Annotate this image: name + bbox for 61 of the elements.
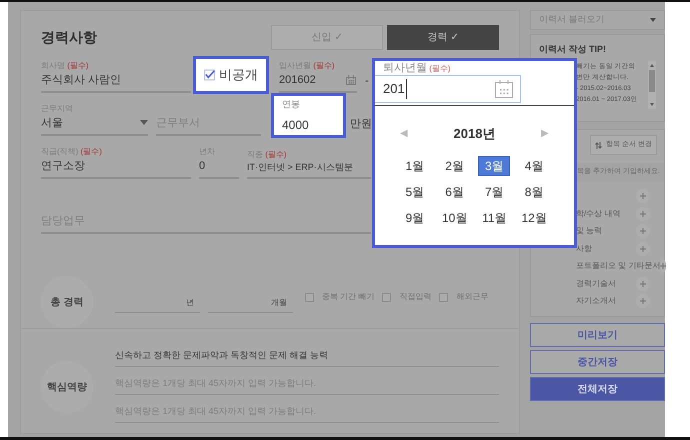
month-button[interactable]: 2월 <box>438 156 471 176</box>
checkbox[interactable] <box>439 292 448 302</box>
month-button[interactable]: 12월 <box>518 208 550 228</box>
section-title: 경력사항 <box>41 28 97 47</box>
months-field[interactable]: 개월 <box>208 297 293 313</box>
unit-label: 만원 <box>350 116 372 132</box>
add-button[interactable] <box>636 206 650 221</box>
month-button[interactable]: 7월 <box>478 182 510 202</box>
years-field[interactable]: 년 <box>115 297 200 313</box>
input-field[interactable]: 신속하고 정확한 문제파악과 독창적인 문제 해결 능력 <box>115 339 499 367</box>
checkbox-label: 중복 기간 빼기 <box>322 291 374 303</box>
scrollbar <box>648 60 656 108</box>
plus-icon <box>640 280 646 287</box>
calendar-icon <box>345 74 357 86</box>
button[interactable]: 중간저장 <box>530 350 665 374</box>
sidebar-item[interactable]: 및 능력 <box>576 225 602 238</box>
dropdown-caret-icon <box>140 120 148 126</box>
dropdown-caret-icon <box>650 18 656 22</box>
month-button[interactable]: 9월 <box>398 208 431 228</box>
plus-icon <box>640 246 646 252</box>
add-button[interactable] <box>636 242 650 256</box>
add-button[interactable] <box>636 294 650 308</box>
checkbox[interactable] <box>305 292 314 302</box>
sidebar-item[interactable]: 자기소개서 <box>576 295 616 308</box>
plus-icon <box>640 210 646 217</box>
add-button[interactable] <box>660 259 666 274</box>
sidebar-item[interactable]: 포트폴리오 및 기타문서 <box>576 260 660 272</box>
month-button[interactable]: 5월 <box>398 182 431 202</box>
tip-title: 이력서 작성 TIP! <box>539 43 607 56</box>
sidebar-item[interactable]: 사항 <box>576 242 592 255</box>
sort-arrows-icon <box>595 142 602 148</box>
calendar-icon <box>494 79 514 99</box>
checkbox-label: 직접입력 <box>399 291 432 303</box>
privacy-checkbox[interactable]: 비공개 <box>193 56 269 94</box>
add-button[interactable] <box>636 276 650 291</box>
date-separator: - <box>365 74 369 88</box>
month-button[interactable]: 10월 <box>438 208 471 228</box>
add-button[interactable] <box>636 224 650 238</box>
month-button[interactable]: 1월 <box>398 156 431 176</box>
plus-icon <box>640 193 646 200</box>
section-label: 총 경력 <box>41 276 93 328</box>
month-button[interactable]: 8월 <box>518 182 550 202</box>
section-label: 핵심역량 <box>41 361 93 413</box>
button[interactable]: 미리보기 <box>530 323 665 347</box>
checkbox[interactable] <box>382 292 392 302</box>
field-label: 퇴사년월 (필수) <box>382 61 452 75</box>
sidebar-item[interactable]: 학/수상 내역 <box>576 208 620 220</box>
date-input[interactable]: 201 <box>375 75 521 103</box>
tab[interactable]: 경력 ✓ <box>387 25 499 50</box>
sidebar-item[interactable]: 경력기술서 <box>576 278 616 290</box>
month-button[interactable]: 11월 <box>478 208 510 228</box>
plus-icon <box>640 228 646 234</box>
add-button[interactable] <box>636 189 650 204</box>
checkbox-label: 해외근무 <box>456 291 488 303</box>
salary-field[interactable]: 연봉 4000 <box>271 93 346 138</box>
month-button[interactable]: 6월 <box>438 182 471 202</box>
year-label: 2018년 <box>454 125 496 143</box>
button[interactable]: 전체저장 <box>530 377 665 401</box>
plus-icon <box>660 263 666 270</box>
month-button[interactable]: 3월 <box>478 156 510 176</box>
plus-icon <box>640 298 646 304</box>
